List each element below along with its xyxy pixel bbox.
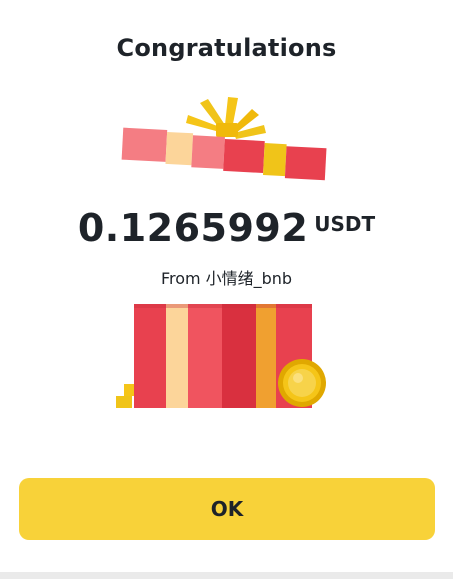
red-packet-dialog: Congratulations 0.1265992 USDT From 小情绪_b… <box>0 0 453 572</box>
sender-name: 小情绪_bnb <box>205 269 293 288</box>
currency-label: USDT <box>314 212 376 236</box>
coin-icon <box>278 359 326 407</box>
ok-button[interactable]: OK <box>19 478 435 540</box>
amount-value: 0.1265992 <box>77 206 309 250</box>
sender-line: From 小情绪_bnb <box>0 265 453 289</box>
gift-box-icon <box>116 304 326 408</box>
backdrop-edge <box>0 572 453 579</box>
sender-prefix: From <box>160 269 201 288</box>
gift-lid-icon <box>121 97 327 181</box>
dialog-title: Congratulations <box>116 34 337 62</box>
amount-row: 0.1265992 USDT <box>0 206 453 256</box>
